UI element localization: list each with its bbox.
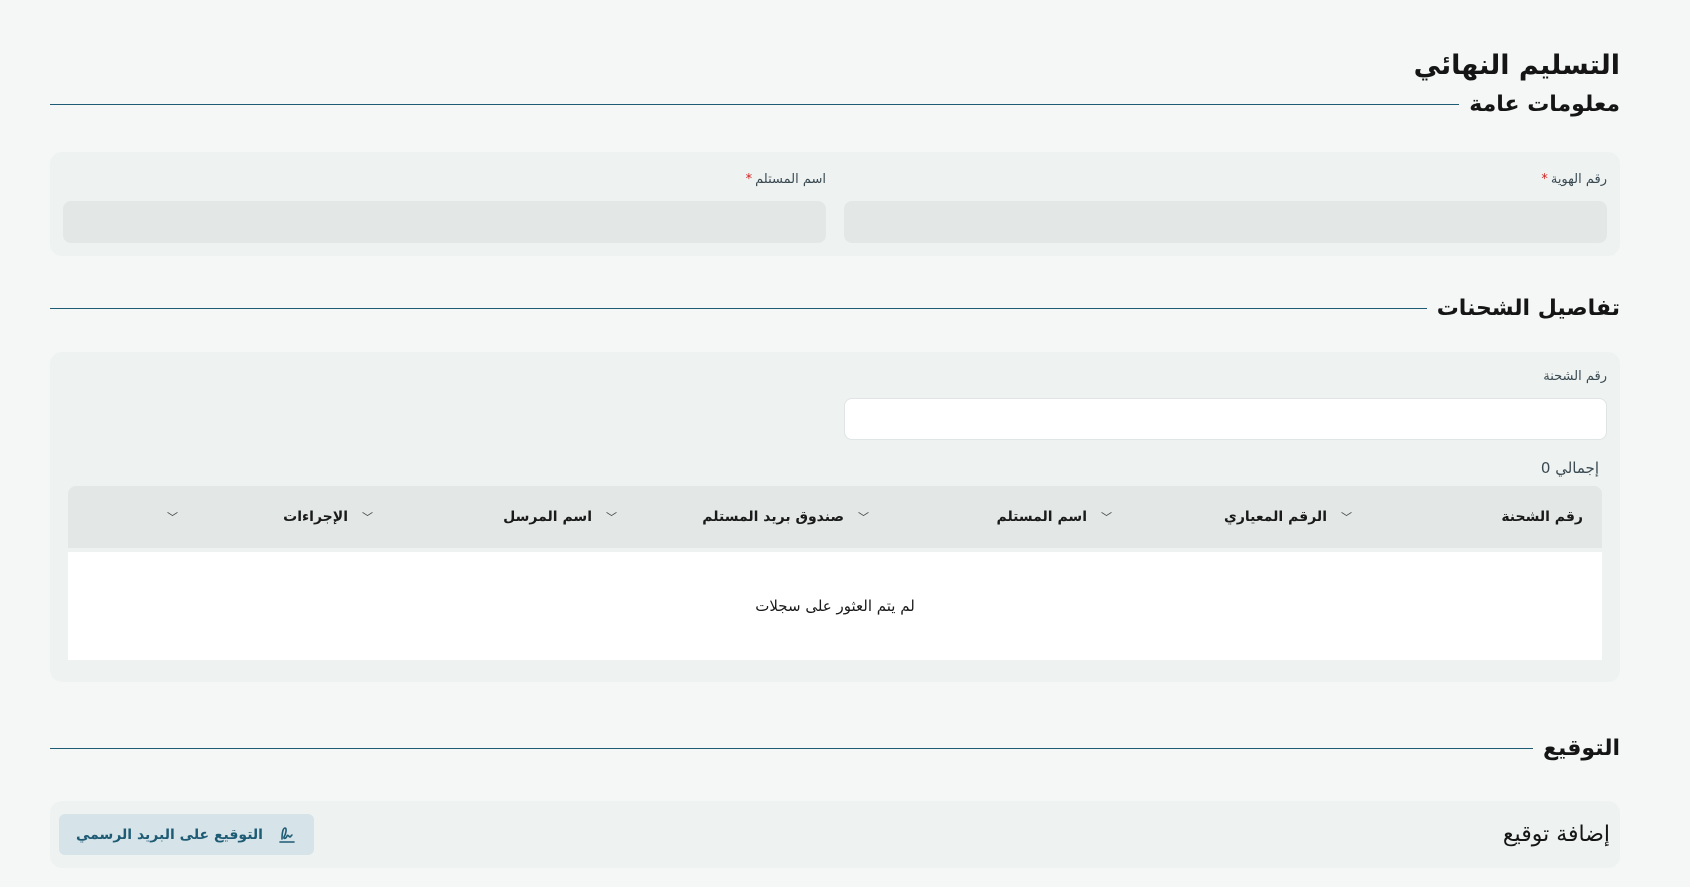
recipient-name-input[interactable]: [63, 201, 826, 243]
section-divider: [50, 103, 1460, 105]
shipments-section-header: تفاصيل الشحنات: [50, 290, 1620, 326]
column-header-sender-name[interactable]: اسم المرسل ﹀: [348, 509, 592, 525]
add-signature-label: إضافة توقيع: [1502, 822, 1610, 847]
id-number-field: رقم الهوية*: [844, 170, 1607, 256]
shipment-number-input[interactable]: [844, 398, 1607, 440]
signature-card: إضافة توقيع التوقيع على البريد الرسمي: [50, 801, 1620, 868]
total-count: إجمالي 0: [1540, 459, 1599, 477]
general-info-heading: معلومات عامة: [1469, 91, 1620, 117]
sign-official-mail-button[interactable]: التوقيع على البريد الرسمي: [59, 814, 314, 855]
final-delivery-page: التسليم النهائي معلومات عامة رقم الهوية*…: [0, 0, 1690, 887]
section-divider: [50, 747, 1533, 749]
section-divider: [50, 307, 1427, 309]
shipment-number-label: رقم الشحنة: [1543, 369, 1607, 384]
table-empty-state: لم يتم العثور على سجلات: [68, 552, 1602, 660]
required-mark: *: [745, 172, 753, 187]
chevron-down-icon: ﹀: [1101, 511, 1112, 524]
column-header-recipient-name[interactable]: اسم المستلم ﹀: [844, 509, 1087, 525]
column-header-shipment-number[interactable]: رقم الشحنة ﹀: [1327, 509, 1583, 525]
id-number-input[interactable]: [844, 201, 1607, 243]
id-number-label: رقم الهوية*: [1541, 172, 1607, 187]
general-info-section-header: معلومات عامة: [50, 86, 1620, 122]
column-header-recipient-pobox[interactable]: صندوق بريد المستلم ﹀: [592, 509, 844, 525]
column-header-actions[interactable]: الإجراءات ﹀: [153, 509, 348, 525]
shipment-number-field: رقم الشحنة: [844, 367, 1607, 440]
page-title: التسليم النهائي: [1413, 50, 1620, 81]
shipments-heading: تفاصيل الشحنات: [1436, 295, 1620, 321]
shipments-table: رقم الشحنة ﹀ الرقم المعياري ﹀ اسم المستلم ﹀…: [68, 486, 1602, 660]
chevron-down-icon: ﹀: [362, 511, 373, 524]
empty-message: لم يتم العثور على سجلات: [755, 597, 915, 615]
recipient-name-field: اسم المستلم*: [63, 170, 826, 256]
column-header-standard-number[interactable]: الرقم المعياري ﹀: [1087, 509, 1327, 525]
recipient-name-label: اسم المستلم*: [745, 172, 826, 187]
shipments-card: رقم الشحنة إجمالي 0 رقم الشحنة ﹀ الرقم ال…: [50, 352, 1620, 682]
signature-section-header: التوقيع: [50, 730, 1620, 766]
table-header: رقم الشحنة ﹀ الرقم المعياري ﹀ اسم المستلم ﹀…: [68, 486, 1602, 548]
chevron-down-icon: ﹀: [606, 511, 617, 524]
sign-official-mail-label: التوقيع على البريد الرسمي: [76, 826, 263, 843]
general-info-card: رقم الهوية* اسم المستلم*: [50, 152, 1620, 256]
chevron-down-icon: ﹀: [167, 511, 178, 524]
chevron-down-icon: ﹀: [1341, 511, 1352, 524]
chevron-down-icon: ﹀: [858, 511, 869, 524]
required-mark: *: [1541, 172, 1548, 187]
signature-heading: التوقيع: [1543, 735, 1620, 761]
signature-icon: [277, 825, 297, 845]
